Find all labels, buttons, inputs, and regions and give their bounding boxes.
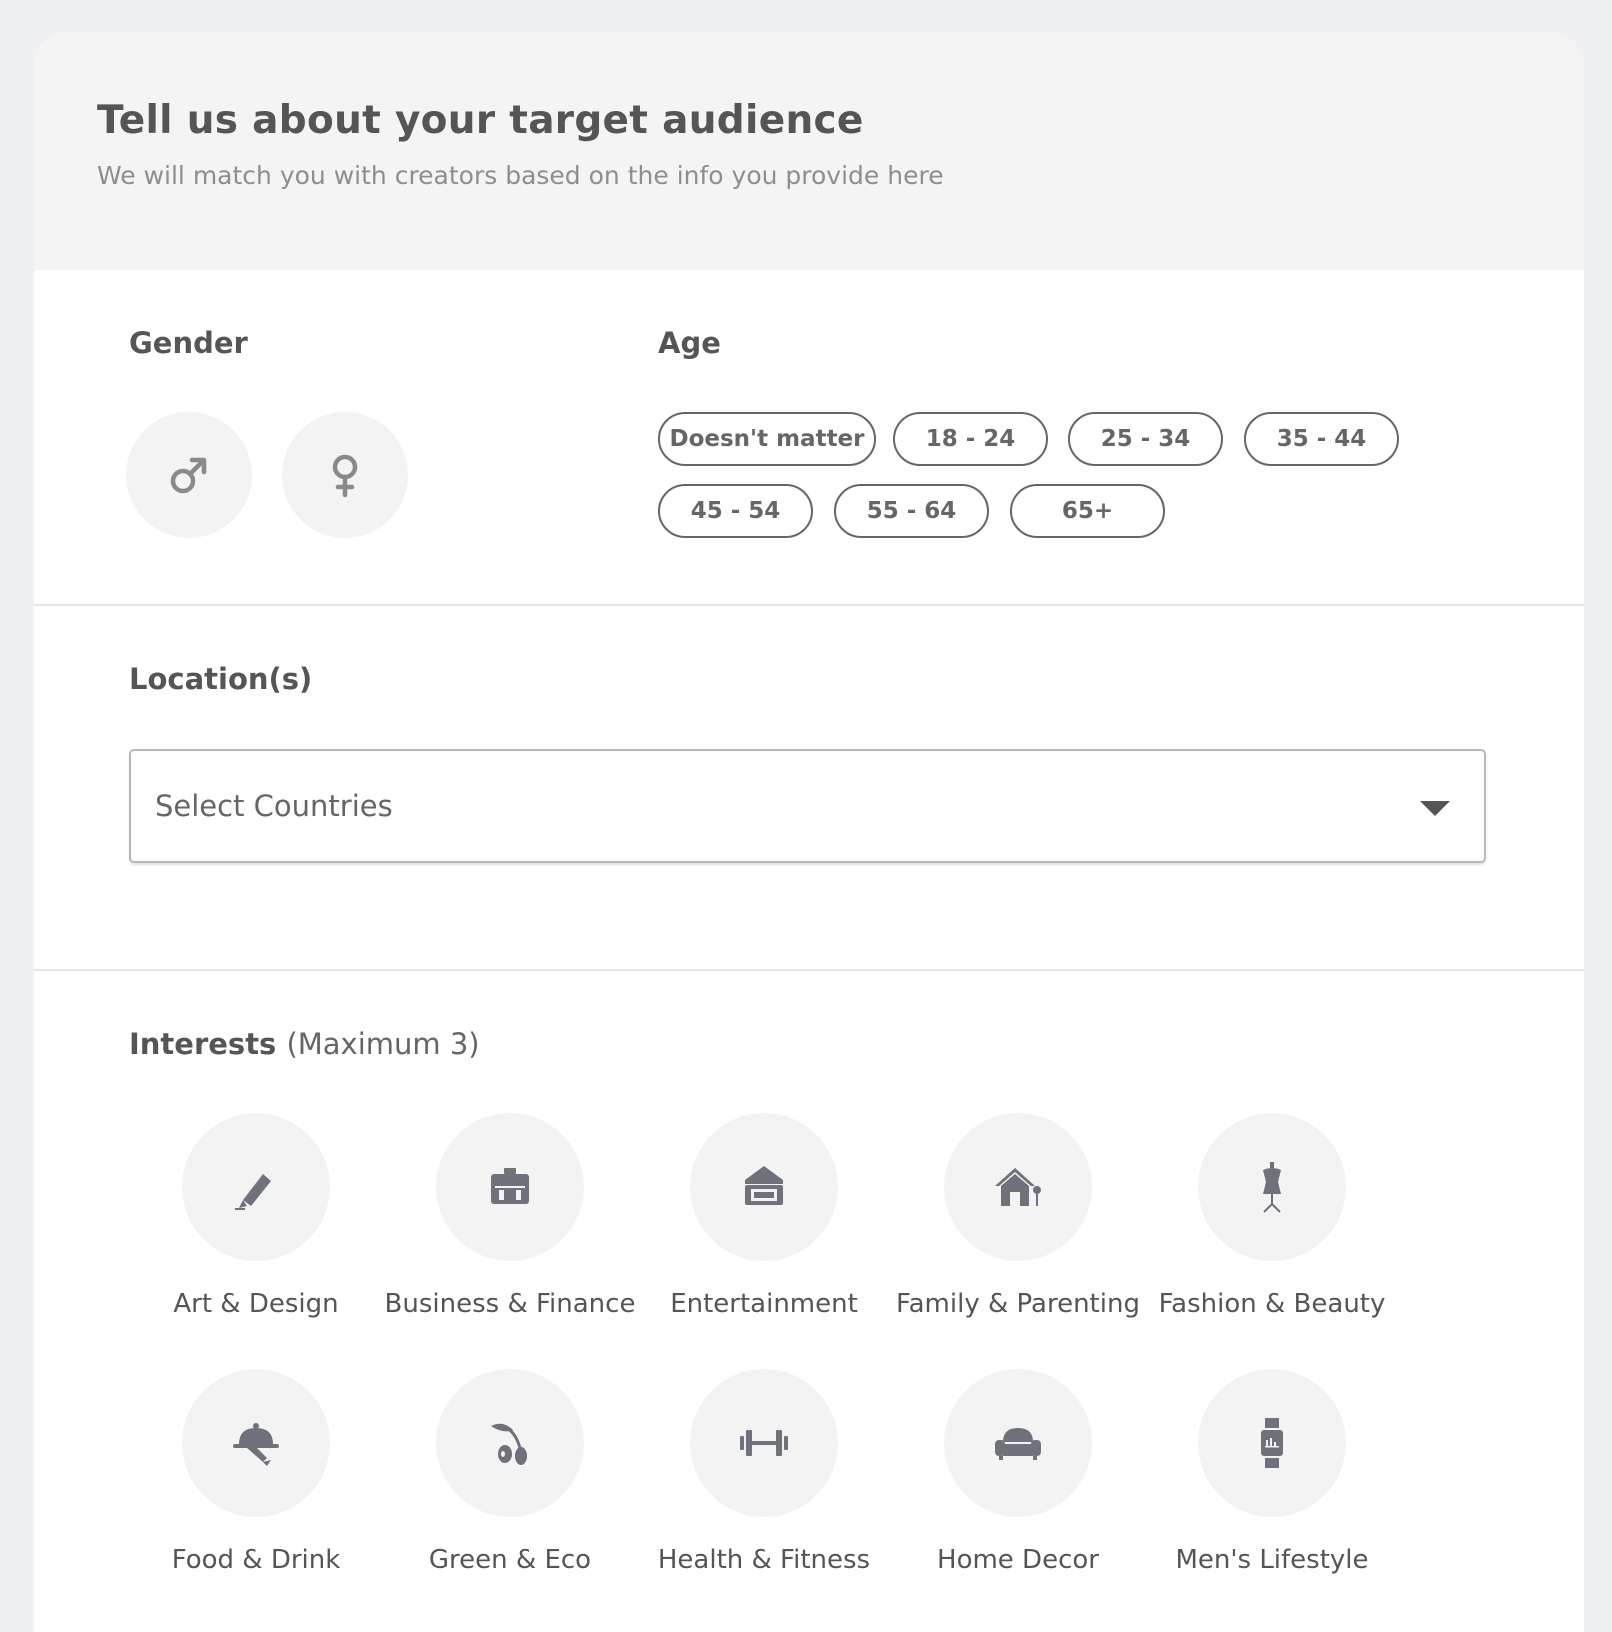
age-option-45-54[interactable]: 45 - 54: [658, 484, 813, 538]
interest-label: Men's Lifestyle: [1175, 1545, 1369, 1575]
form-header: Tell us about your target audience We wi…: [34, 32, 1584, 270]
age-option-18-24[interactable]: 18 - 24: [893, 412, 1048, 466]
interests-section: Interests (Maximum 3) Art & Design Busin…: [34, 971, 1584, 1632]
interest-icon-circle: [436, 1369, 584, 1517]
armchair-icon: [995, 1428, 1041, 1460]
interest-label: Business & Finance: [384, 1289, 636, 1319]
cloche-icon: [233, 1423, 279, 1466]
interest-fashion-beauty[interactable]: Fashion & Beauty: [1152, 1113, 1392, 1319]
olive-icon: [491, 1423, 527, 1465]
interest-label: Food & Drink: [171, 1545, 341, 1575]
interest-icon-circle: [1198, 1113, 1346, 1261]
age-option-35-44[interactable]: 35 - 44: [1244, 412, 1399, 466]
interest-icon-circle: [436, 1113, 584, 1261]
gender-age-section: Gender Age Doesn't matter 18 - 24 25 - 3…: [34, 270, 1584, 606]
smartwatch-icon: [1261, 1418, 1283, 1468]
house-icon: [995, 1168, 1041, 1206]
page-title: Tell us about your target audience: [97, 98, 864, 143]
age-label: Age: [658, 326, 721, 360]
interest-health-fitness[interactable]: Health & Fitness: [644, 1369, 884, 1575]
interest-food-drink[interactable]: Food & Drink: [136, 1369, 376, 1575]
interest-icon-circle: [690, 1369, 838, 1517]
interest-label: Entertainment: [670, 1289, 858, 1319]
gender-label: Gender: [129, 326, 248, 360]
interest-family-parenting[interactable]: Family & Parenting: [896, 1113, 1140, 1319]
page-subtitle: We will match you with creators based on…: [97, 161, 944, 190]
dumbbell-icon: [740, 1430, 788, 1456]
interest-label: Fashion & Beauty: [1158, 1289, 1386, 1319]
interest-label: Green & Eco: [428, 1545, 592, 1575]
interest-green-eco[interactable]: Green & Eco: [390, 1369, 630, 1575]
age-option-25-34[interactable]: 25 - 34: [1068, 412, 1223, 466]
pencil-icon: [235, 1174, 271, 1210]
interest-icon-circle: [690, 1113, 838, 1261]
interest-icon-circle: [944, 1113, 1092, 1261]
interest-label: Art & Design: [173, 1289, 339, 1319]
female-icon: [332, 454, 358, 497]
interest-home-decor[interactable]: Home Decor: [898, 1369, 1138, 1575]
interests-label: Interests (Maximum 3): [129, 1027, 480, 1061]
interest-icon-circle: [182, 1369, 330, 1517]
gender-male-button[interactable]: [126, 412, 252, 538]
age-option-55-64[interactable]: 55 - 64: [834, 484, 989, 538]
interest-business-finance[interactable]: Business & Finance: [385, 1113, 635, 1319]
interest-icon-circle: [944, 1369, 1092, 1517]
interests-limit-note: (Maximum 3): [286, 1027, 480, 1061]
age-option-65-plus[interactable]: 65+: [1010, 484, 1165, 538]
interest-label: Home Decor: [937, 1545, 1099, 1575]
country-select[interactable]: Select Countries: [129, 749, 1486, 863]
interest-mens-lifestyle[interactable]: Men's Lifestyle: [1152, 1369, 1392, 1575]
mannequin-icon: [1263, 1162, 1281, 1213]
interest-icon-circle: [1198, 1369, 1346, 1517]
briefcase-icon: [491, 1168, 529, 1204]
interest-label: Family & Parenting: [896, 1289, 1140, 1319]
location-label: Location(s): [129, 662, 313, 696]
audience-form-card: Tell us about your target audience We wi…: [34, 32, 1584, 1632]
gender-female-button[interactable]: [282, 412, 408, 538]
male-icon: [170, 457, 207, 494]
interest-art-design[interactable]: Art & Design: [136, 1113, 376, 1319]
chevron-down-icon: [1420, 801, 1450, 816]
age-option-doesnt-matter[interactable]: Doesn't matter: [658, 412, 876, 466]
location-section: Location(s) Select Countries: [34, 606, 1584, 971]
interest-entertainment[interactable]: Entertainment: [644, 1113, 884, 1319]
interest-icon-circle: [182, 1113, 330, 1261]
interests-title: Interests: [129, 1027, 277, 1061]
ticket-icon: [745, 1166, 783, 1205]
country-select-placeholder: Select Countries: [155, 789, 393, 823]
interest-label: Health & Fitness: [657, 1545, 871, 1575]
